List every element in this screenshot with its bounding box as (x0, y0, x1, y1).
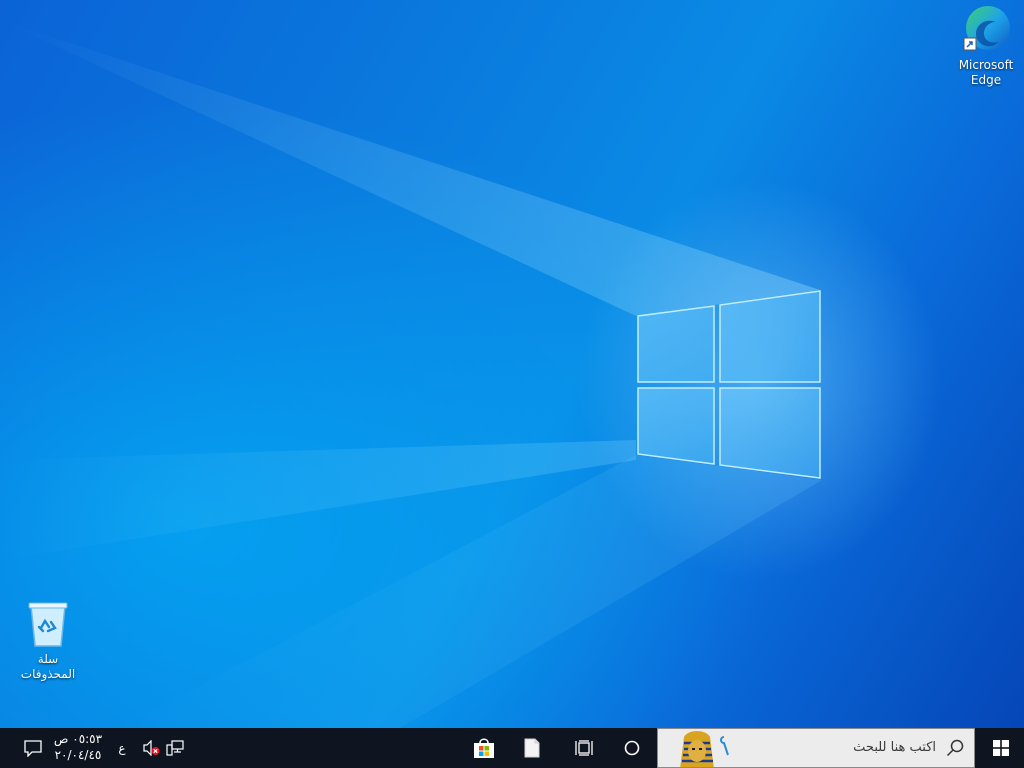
windows-logo-wallpaper (637, 290, 821, 479)
input-language-indicator[interactable]: ع (112, 728, 132, 768)
action-center-button[interactable] (18, 728, 48, 768)
recycle-bin-icon (28, 602, 68, 647)
wallpaper-light-beams (0, 20, 822, 728)
microsoft-store-button[interactable] (462, 728, 506, 768)
search-icon (946, 739, 964, 757)
desktop-icon-label-line1: Microsoft (958, 58, 1014, 72)
desktop-icon-label-line1: سلة (37, 652, 59, 666)
desktop-icon-label-line2: Edge (970, 73, 1002, 87)
search-box[interactable]: اكتب هنا للبحث (657, 728, 975, 768)
clock-time: ٠٥:٥٣ ص (53, 732, 103, 746)
taskbar: اكتب هنا للبحث ع ٠٥:٥٣ ص ٢٠/٠٤/٤٥ (0, 728, 1024, 768)
taskbar-file-button[interactable] (512, 728, 552, 768)
cortana-button[interactable] (612, 728, 652, 768)
desktop-icon-edge[interactable]: Microsoft Edge (950, 4, 1022, 88)
task-view-icon (575, 740, 593, 756)
microsoft-store-icon (474, 738, 494, 758)
task-view-button[interactable] (564, 728, 604, 768)
network-disconnected-icon (166, 740, 184, 756)
search-placeholder: اكتب هنا للبحث (853, 740, 936, 755)
volume-tray-button[interactable] (138, 728, 164, 768)
clock-date: ٢٠/٠٤/٤٥ (54, 748, 102, 762)
action-center-icon (24, 740, 42, 757)
document-icon (524, 738, 540, 758)
desktop-icon-recycle-bin[interactable]: سلة المحذوفات (12, 600, 84, 682)
edge-icon (963, 6, 1010, 51)
windows-start-icon (993, 740, 1009, 756)
start-button[interactable] (978, 728, 1024, 768)
network-tray-button[interactable] (162, 728, 188, 768)
search-highlight-pharaoh-icon (680, 731, 729, 767)
volume-muted-icon (143, 740, 160, 756)
desktop[interactable]: Microsoft Edge سلة المحذوفات (0, 0, 1024, 728)
clock[interactable]: ٠٥:٥٣ ص ٢٠/٠٤/٤٥ (50, 731, 106, 763)
cortana-circle-icon (624, 740, 640, 756)
desktop-icon-label-line2: المحذوفات (20, 667, 76, 681)
